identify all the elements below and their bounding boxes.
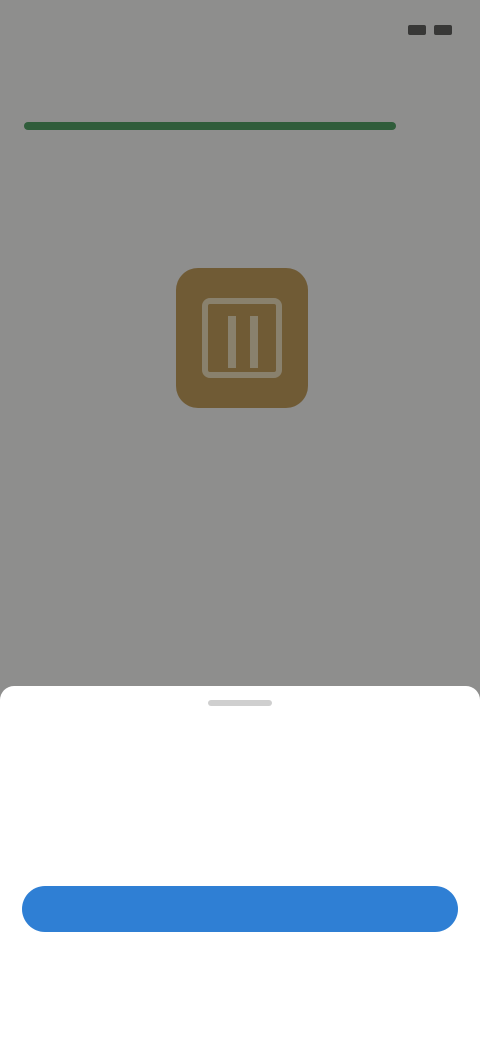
bottom-sheet [0,686,480,1040]
primary-action-button[interactable] [22,886,458,932]
secondary-action-button[interactable] [148,956,332,982]
sheet-drag-handle[interactable] [208,700,272,706]
